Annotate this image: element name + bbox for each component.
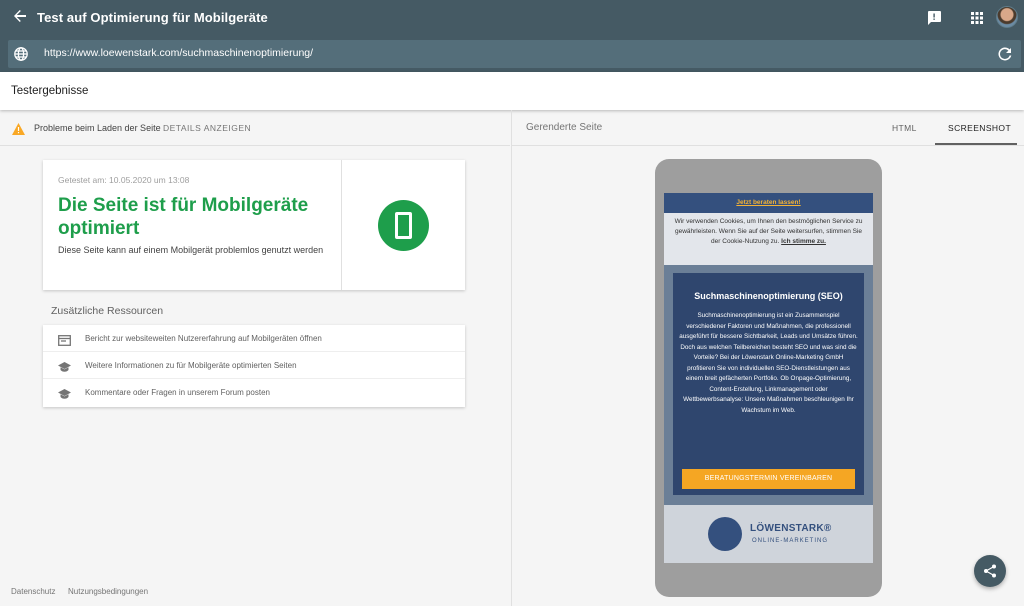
share-button[interactable] [974, 555, 1006, 587]
logo-name: LÖWENSTARK® [750, 523, 832, 534]
rendered-screenshot: Jetzt beraten lassen! Wir verwenden Cook… [664, 193, 873, 563]
cookie-accept-link: Ich stimme zu. [781, 238, 826, 245]
page-title: Testergebnisse [11, 85, 89, 97]
tested-date: Getestet am: 10.05.2020 um 13:08 [58, 175, 190, 185]
verdict-subtext: Diese Seite kann auf einem Mobilgerät pr… [58, 245, 324, 255]
active-tab-indicator [935, 143, 1017, 145]
avatar[interactable] [996, 6, 1018, 28]
phone-icon [395, 212, 412, 239]
details-link[interactable]: DETAILS ANZEIGEN [163, 123, 251, 133]
resource-item-label: Weitere Informationen zu für Mobilgeräte… [85, 361, 297, 370]
school-icon [58, 360, 71, 372]
mobile-friendly-icon [378, 200, 429, 251]
result-card: Getestet am: 10.05.2020 um 13:08 Die Sei… [43, 160, 465, 290]
url-bar[interactable]: https://www.loewenstark.com/suchmaschine… [8, 40, 1021, 68]
resource-item-forum[interactable]: Kommentare oder Fragen in unserem Forum … [43, 379, 465, 406]
logo-tagline: ONLINE-MARKETING [752, 538, 829, 544]
results-header: Testergebnisse [0, 72, 1024, 110]
tab-screenshot[interactable]: SCREENSHOT [948, 123, 1011, 133]
globe-icon [13, 46, 29, 62]
resource-item-label: Kommentare oder Fragen in unserem Forum … [85, 388, 270, 397]
logo-area: LÖWENSTARK® ONLINE-MARKETING [664, 505, 873, 563]
resource-item-label: Bericht zur websiteweiten Nutzererfahrun… [85, 334, 322, 343]
cookie-banner: Wir verwenden Cookies, um Ihnen den best… [664, 213, 873, 265]
issues-bar: Probleme beim Laden der Seite DETAILS AN… [0, 110, 510, 146]
app-bar: Test auf Optimierung für Mobilgeräte htt… [0, 0, 1024, 72]
school-icon [58, 387, 71, 399]
phone-frame: Jetzt beraten lassen! Wir verwenden Cook… [655, 159, 882, 597]
url-text[interactable]: https://www.loewenstark.com/suchmaschine… [44, 47, 313, 59]
resource-item-info[interactable]: Weitere Informationen zu für Mobilgeräte… [43, 352, 465, 379]
feedback-icon[interactable] [925, 9, 943, 27]
rendered-page-header: Gerenderte Seite HTML SCREENSHOT [512, 110, 1024, 146]
back-arrow-icon[interactable] [10, 8, 30, 28]
site-topbar: Jetzt beraten lassen! [664, 193, 873, 213]
issues-text: Probleme beim Laden der Seite [34, 123, 161, 133]
lion-logo-icon [708, 517, 742, 551]
divider [341, 160, 342, 290]
resources-heading: Zusätzliche Ressourcen [51, 305, 164, 317]
resource-item-report[interactable]: Bericht zur websiteweiten Nutzererfahrun… [43, 325, 465, 352]
report-icon [58, 333, 71, 346]
resources-list: Bericht zur websiteweiten Nutzererfahrun… [43, 325, 465, 407]
cookie-text: Wir verwenden Cookies, um Ihnen den best… [672, 217, 865, 247]
terms-link[interactable]: Nutzungsbedingungen [68, 587, 148, 596]
verdict-title: Die Seite ist für Mobilgeräte optimiert [58, 195, 309, 239]
left-panel: Probleme beim Laden der Seite DETAILS AN… [0, 110, 510, 606]
rendered-page-label: Gerenderte Seite [526, 122, 603, 133]
hero-text: Suchmaschinenoptimierung ist ein Zusamme… [679, 312, 858, 414]
hero-box: Suchmaschinenoptimierung (SEO) Suchmasch… [673, 273, 864, 495]
app-title: Test auf Optimierung für Mobilgeräte [37, 10, 268, 25]
reload-icon[interactable] [997, 46, 1013, 62]
top-cta-link: Jetzt beraten lassen! [736, 199, 801, 206]
privacy-link[interactable]: Datenschutz [11, 587, 55, 596]
tab-html[interactable]: HTML [892, 123, 917, 133]
hero-section: Suchmaschinenoptimierung (SEO) Suchmasch… [664, 265, 873, 505]
apps-grid-icon[interactable] [968, 9, 986, 27]
warning-icon [12, 122, 25, 135]
share-icon [984, 564, 996, 578]
hero-title: Suchmaschinenoptimierung (SEO) [694, 291, 843, 301]
right-panel: Gerenderte Seite HTML SCREENSHOT Jetzt b… [511, 110, 1024, 606]
cookie-message: Wir verwenden Cookies, um Ihnen den best… [674, 218, 863, 245]
hero-cta-button: BERATUNGSTERMIN VEREINBAREN [682, 469, 855, 489]
